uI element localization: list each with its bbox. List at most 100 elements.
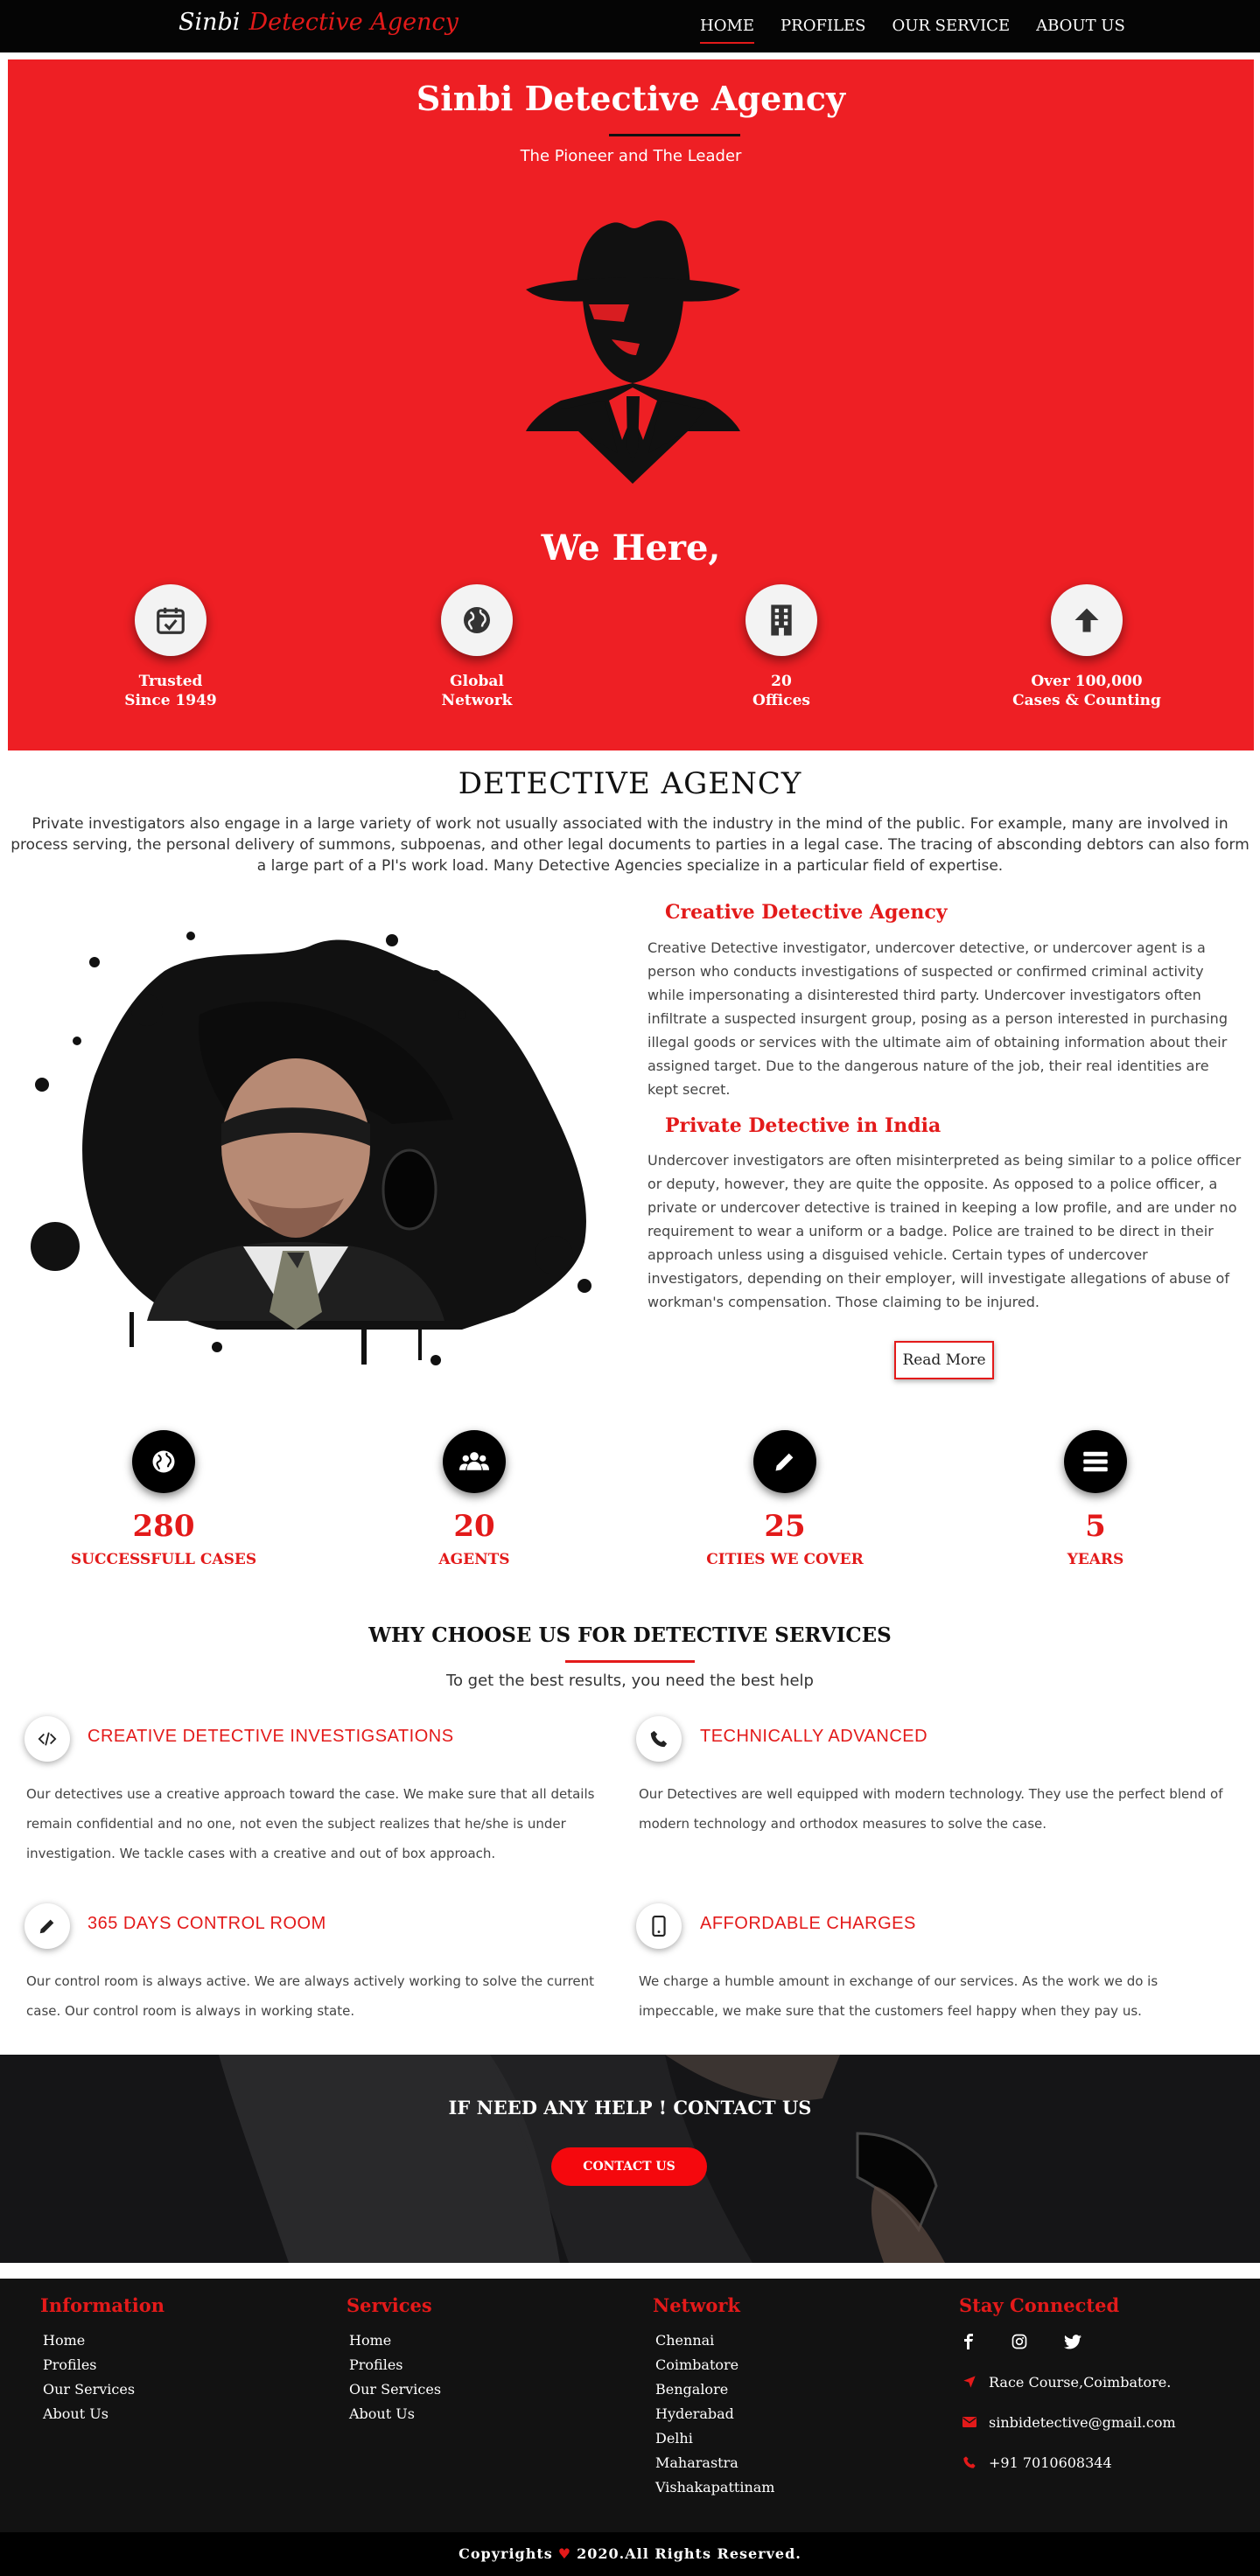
- social-links: [959, 2328, 1176, 2355]
- instagram-icon[interactable]: [1012, 2334, 1027, 2349]
- feature-line1: Global: [450, 673, 504, 690]
- network-city: Coimbatore: [655, 2356, 739, 2373]
- stat-cities: 25 CITIES WE COVER: [671, 1430, 899, 1568]
- contact-banner-title: IF NEED ANY HELP ! CONTACT US: [448, 2097, 812, 2119]
- phone-icon: [636, 1716, 682, 1762]
- mobile-icon: [636, 1903, 682, 1949]
- email-text[interactable]: sinbidetective@gmail.com: [989, 2414, 1176, 2431]
- service-title: 365 DAYS CONTROL ROOM: [88, 1914, 326, 1933]
- service-title: CREATIVE DETECTIVE INVESTIGSATIONS: [88, 1727, 454, 1746]
- stat-value: 25: [764, 1509, 806, 1544]
- brand-tagline: Detective Agency: [248, 9, 458, 36]
- feature-line1: 20: [771, 673, 792, 690]
- network-city: Vishakapattinam: [655, 2479, 775, 2496]
- footer-link[interactable]: Home: [40, 2328, 164, 2353]
- stat-cases: 280 SUCCESSFULL CASES: [50, 1430, 277, 1568]
- top-navbar: Sinbi Detective Agency HOME PROFILES OUR …: [0, 0, 1260, 52]
- arrow-up-icon: [1051, 584, 1123, 656]
- heart-icon: ♥: [557, 2545, 572, 2562]
- code-icon: [24, 1716, 70, 1762]
- phone-text[interactable]: +91 7010608344: [989, 2454, 1112, 2471]
- feature-trusted: Trusted Since 1949: [83, 584, 258, 710]
- private-detective-heading: Private Detective in India: [665, 1114, 942, 1137]
- calendar-check-icon: [135, 584, 206, 656]
- footer-link[interactable]: Profiles: [40, 2353, 164, 2377]
- footer-services: Services Home Profiles Our Services Abou…: [346, 2294, 441, 2426]
- creative-agency-text: Creative Detective investigator, underco…: [648, 939, 1228, 1098]
- copyright-suffix: 2020.All Rights Reserved.: [577, 2545, 802, 2562]
- footer-link[interactable]: Our Services: [40, 2377, 164, 2402]
- network-city: Delhi: [655, 2430, 693, 2447]
- pencil-icon: [24, 1903, 70, 1949]
- nav-profiles[interactable]: PROFILES: [780, 0, 865, 52]
- pencil-icon: [753, 1430, 816, 1493]
- network-city: Maharastra: [655, 2454, 738, 2471]
- stat-label: AGENTS: [438, 1551, 510, 1568]
- footer-stay-connected: Stay Connected Race Course,Coimbatore. s…: [959, 2294, 1176, 2475]
- hero-section: Sinbi Detective Agency The Pioneer and T…: [8, 59, 1254, 750]
- contact-us-button[interactable]: CONTACT US: [551, 2147, 707, 2186]
- service-text: We charge a humble amount in exchange of…: [639, 1973, 1158, 2019]
- nav-home[interactable]: HOME: [700, 0, 755, 52]
- contact-phone: +91 7010608344: [959, 2449, 1176, 2475]
- service-title: AFFORDABLE CHARGES: [700, 1914, 916, 1933]
- footer-link[interactable]: About Us: [40, 2402, 164, 2426]
- service-title: TECHNICALLY ADVANCED: [700, 1727, 928, 1746]
- footer-column-title: Stay Connected: [959, 2294, 1120, 2316]
- stat-label: SUCCESSFULL CASES: [70, 1551, 257, 1568]
- footer-column-title: Network: [653, 2294, 740, 2316]
- network-city: Chennai: [655, 2332, 715, 2349]
- contact-email: sinbidetective@gmail.com: [959, 2409, 1176, 2435]
- location-arrow-icon: [963, 2376, 976, 2388]
- hero-divider: [609, 134, 740, 136]
- facebook-icon[interactable]: [962, 2334, 975, 2349]
- why-choose-heading: WHY CHOOSE US FOR DETECTIVE SERVICES: [368, 1623, 892, 1647]
- footer-information: Information Home Profiles Our Services A…: [40, 2294, 164, 2426]
- copyright-prefix: Copyrights: [458, 2545, 553, 2562]
- hero-title: Sinbi Detective Agency: [416, 79, 846, 118]
- stat-value: 20: [453, 1509, 495, 1544]
- detective-ink-splash-image: [31, 932, 592, 1365]
- network-city: Hyderabad: [655, 2405, 734, 2422]
- users-icon: [443, 1430, 506, 1493]
- feature-line2: Cases & Counting: [1012, 692, 1161, 709]
- network-city: Bengalore: [655, 2381, 729, 2398]
- twitter-icon[interactable]: [1064, 2334, 1082, 2349]
- footer-link[interactable]: About Us: [346, 2402, 441, 2426]
- service-text: Our detectives use a creative approach t…: [26, 1786, 595, 1861]
- menu-icon: [1064, 1430, 1127, 1493]
- stat-years: 5 YEARS: [982, 1430, 1209, 1568]
- footer-link[interactable]: Home: [346, 2328, 441, 2353]
- service-text: Our Detectives are well equipped with mo…: [639, 1786, 1223, 1832]
- building-icon: [746, 584, 817, 656]
- agency-description: Private investigators also engage in a l…: [10, 815, 1250, 875]
- agency-heading: DETECTIVE AGENCY: [458, 766, 802, 801]
- copyright-bar: Copyrights ♥ 2020.All Rights Reserved.: [0, 2532, 1260, 2576]
- nav-our-service[interactable]: OUR SERVICE: [892, 0, 1010, 52]
- read-more-button[interactable]: Read More: [894, 1341, 994, 1379]
- brand-logo[interactable]: Sinbi Detective Agency: [178, 9, 458, 36]
- why-subtitle: To get the best results, you need the be…: [446, 1672, 814, 1690]
- why-divider: [565, 1660, 695, 1663]
- footer-column-title: Information: [40, 2294, 164, 2316]
- contact-address: Race Course,Coimbatore.: [959, 2369, 1176, 2395]
- creative-agency-heading: Creative Detective Agency: [665, 901, 948, 924]
- service-text: Our control room is always active. We ar…: [26, 1973, 595, 2019]
- footer-column-title: Services: [346, 2294, 432, 2316]
- feature-offices: 20 Offices: [694, 584, 869, 710]
- globe-icon: [441, 584, 513, 656]
- footer-link[interactable]: Profiles: [346, 2353, 441, 2377]
- feature-global: Global Network: [389, 584, 564, 710]
- feature-line1: Trusted: [138, 673, 203, 690]
- envelope-icon: [962, 2417, 976, 2427]
- private-detective-text: Undercover investigators are often misin…: [648, 1152, 1242, 1310]
- detective-silhouette-image: [526, 220, 740, 484]
- phone-icon: [963, 2456, 976, 2468]
- nav-about-us[interactable]: ABOUT US: [1036, 0, 1125, 52]
- feature-line2: Network: [441, 692, 513, 709]
- stat-value: 280: [132, 1509, 195, 1544]
- footer: Information Home Profiles Our Services A…: [0, 2279, 1260, 2532]
- brand-name: Sinbi: [178, 9, 241, 36]
- footer-link[interactable]: Our Services: [346, 2377, 441, 2402]
- stat-agents: 20 AGENTS: [360, 1430, 588, 1568]
